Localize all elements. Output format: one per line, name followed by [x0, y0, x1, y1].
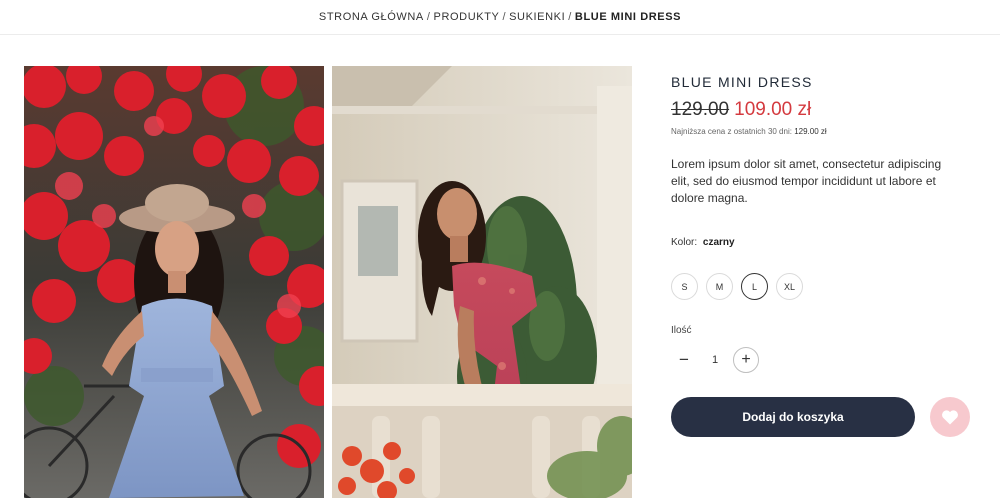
size-option-s[interactable]: S — [671, 273, 698, 300]
size-option-m[interactable]: M — [706, 273, 733, 300]
product-info: BLUE MINI DRESS 129.00 109.00 zł Najniżs… — [671, 74, 981, 207]
lowest-price-value: 129.00 zł — [794, 127, 827, 136]
breadcrumb-category[interactable]: SUKIENKI — [509, 11, 565, 23]
quantity-increase-button[interactable]: + — [733, 347, 759, 373]
breadcrumb-separator: / — [502, 11, 507, 23]
breadcrumb-separator: / — [426, 11, 431, 23]
breadcrumb-home[interactable]: STRONA GŁÓWNA — [319, 11, 424, 23]
size-option-xl[interactable]: XL — [776, 273, 803, 300]
lowest-price-note: Najniższa cena z ostatnich 30 dni: 129.0… — [671, 127, 981, 136]
product-title: BLUE MINI DRESS — [671, 74, 813, 90]
color-value: czarny — [702, 237, 735, 248]
product-image-2[interactable] — [332, 66, 632, 498]
quantity-decrease-button[interactable]: − — [671, 347, 697, 373]
heart-icon — [942, 410, 958, 425]
color-row: Kolor: czarny — [671, 237, 735, 248]
color-label: Kolor: — [671, 237, 698, 248]
breadcrumb-products[interactable]: PRODUKTY — [434, 11, 500, 23]
quantity-value[interactable]: 1 — [697, 354, 733, 366]
product-image-1[interactable] — [24, 66, 324, 498]
breadcrumb: STRONA GŁÓWNA / PRODUKTY / SUKIENKI / BL… — [0, 0, 1000, 35]
size-option-l[interactable]: L — [741, 273, 768, 300]
add-to-cart-button[interactable]: Dodaj do koszyka — [671, 397, 915, 437]
breadcrumb-current: BLUE MINI DRESS — [574, 11, 682, 23]
quantity-label: Ilość — [671, 325, 692, 336]
product-description: Lorem ipsum dolor sit amet, consectetur … — [671, 157, 942, 205]
quantity-stepper: − 1 + — [671, 347, 759, 373]
price-row: 129.00 109.00 zł — [671, 99, 981, 121]
lowest-price-label: Najniższa cena z ostatnich 30 dni: — [671, 127, 792, 136]
size-selector: S M L XL — [671, 273, 803, 300]
wishlist-button[interactable] — [930, 397, 970, 437]
old-price: 129.00 — [671, 99, 730, 120]
breadcrumb-separator: / — [568, 11, 572, 23]
sale-price: 109.00 zł — [734, 99, 812, 120]
